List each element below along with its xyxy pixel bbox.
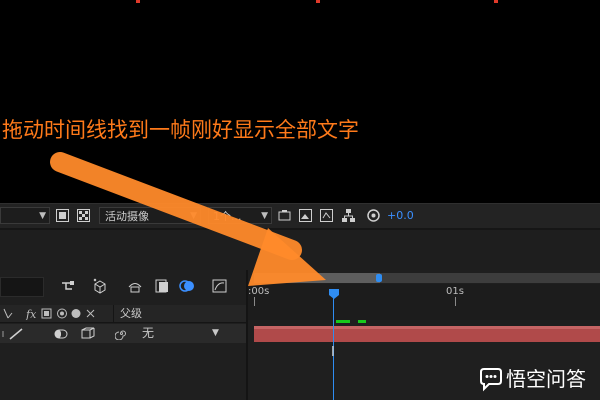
annotation-arrow [50,152,326,286]
watermark-text: 悟空问答 [506,367,586,391]
speech-bubble-icon [480,368,502,392]
